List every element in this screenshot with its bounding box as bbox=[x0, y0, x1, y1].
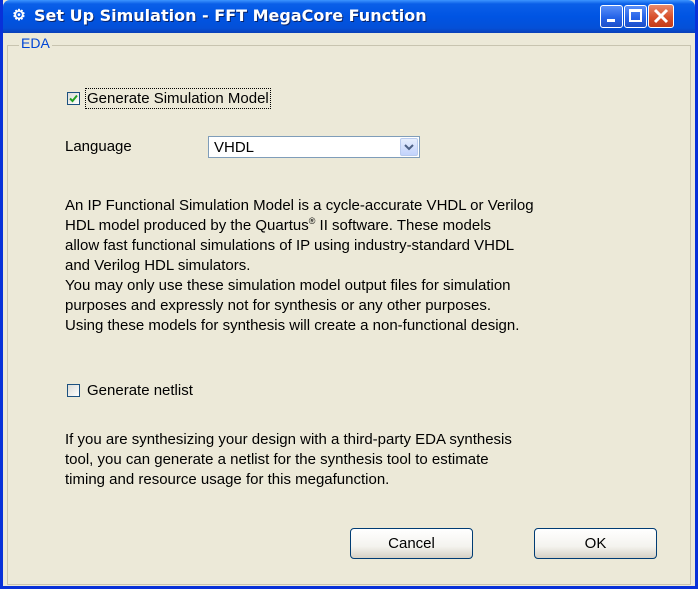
close-button[interactable] bbox=[648, 4, 674, 28]
description-line-7: Using these models for synthesis will cr… bbox=[65, 317, 520, 334]
eda-group-label: EDA bbox=[19, 35, 52, 51]
netlist-help-text: If you are synthesizing your design with… bbox=[65, 430, 690, 490]
description-line-3: allow fast functional simulations of IP … bbox=[65, 237, 515, 254]
app-icon[interactable]: ⚙ bbox=[11, 8, 27, 24]
title-bar[interactable]: ⚙ Set Up Simulation - FFT MegaCore Funct… bbox=[3, 0, 695, 33]
netlist-help-line-3: timing and resource usage for this megaf… bbox=[65, 471, 390, 488]
checkmark-icon bbox=[69, 94, 78, 103]
chevron-down-icon bbox=[404, 144, 414, 151]
generate-simulation-model-option[interactable]: Generate Simulation Model bbox=[67, 88, 271, 109]
maximize-icon bbox=[629, 9, 642, 22]
minimize-icon bbox=[607, 19, 615, 22]
generate-simulation-model-label[interactable]: Generate Simulation Model bbox=[85, 88, 271, 109]
minimize-button[interactable] bbox=[600, 5, 623, 28]
window-title: Set Up Simulation - FFT MegaCore Functio… bbox=[34, 6, 427, 25]
netlist-help-line-2: tool, you can generate a netlist for the… bbox=[65, 451, 489, 468]
description-line-2a: HDL model produced by the Quartus bbox=[65, 217, 309, 234]
generate-netlist-label[interactable]: Generate netlist bbox=[87, 382, 193, 399]
generate-netlist-option[interactable]: Generate netlist bbox=[67, 382, 193, 399]
generate-netlist-checkbox[interactable] bbox=[67, 384, 80, 397]
ok-button[interactable]: OK bbox=[534, 528, 657, 559]
description-line-4: and Verilog HDL simulators. bbox=[65, 257, 251, 274]
language-select-value: VHDL bbox=[214, 139, 255, 156]
description-line-6: purposes and expressly not for synthesis… bbox=[65, 297, 492, 314]
language-label: Language bbox=[65, 138, 132, 155]
simulation-model-description: An IP Functional Simulation Model is a c… bbox=[65, 196, 690, 336]
close-icon bbox=[653, 8, 669, 24]
language-dropdown-button[interactable] bbox=[400, 138, 418, 156]
description-line-1: An IP Functional Simulation Model is a c… bbox=[65, 197, 534, 214]
description-line-2b: II software. These models bbox=[315, 217, 492, 234]
netlist-help-line-1: If you are synthesizing your design with… bbox=[65, 431, 512, 448]
language-select[interactable]: VHDL bbox=[208, 136, 420, 158]
description-line-5: You may only use these simulation model … bbox=[65, 277, 511, 294]
cancel-button[interactable]: Cancel bbox=[350, 528, 473, 559]
generate-simulation-model-checkbox[interactable] bbox=[67, 92, 80, 105]
dialog-window: ⚙ Set Up Simulation - FFT MegaCore Funct… bbox=[0, 0, 698, 589]
maximize-button[interactable] bbox=[624, 5, 647, 28]
